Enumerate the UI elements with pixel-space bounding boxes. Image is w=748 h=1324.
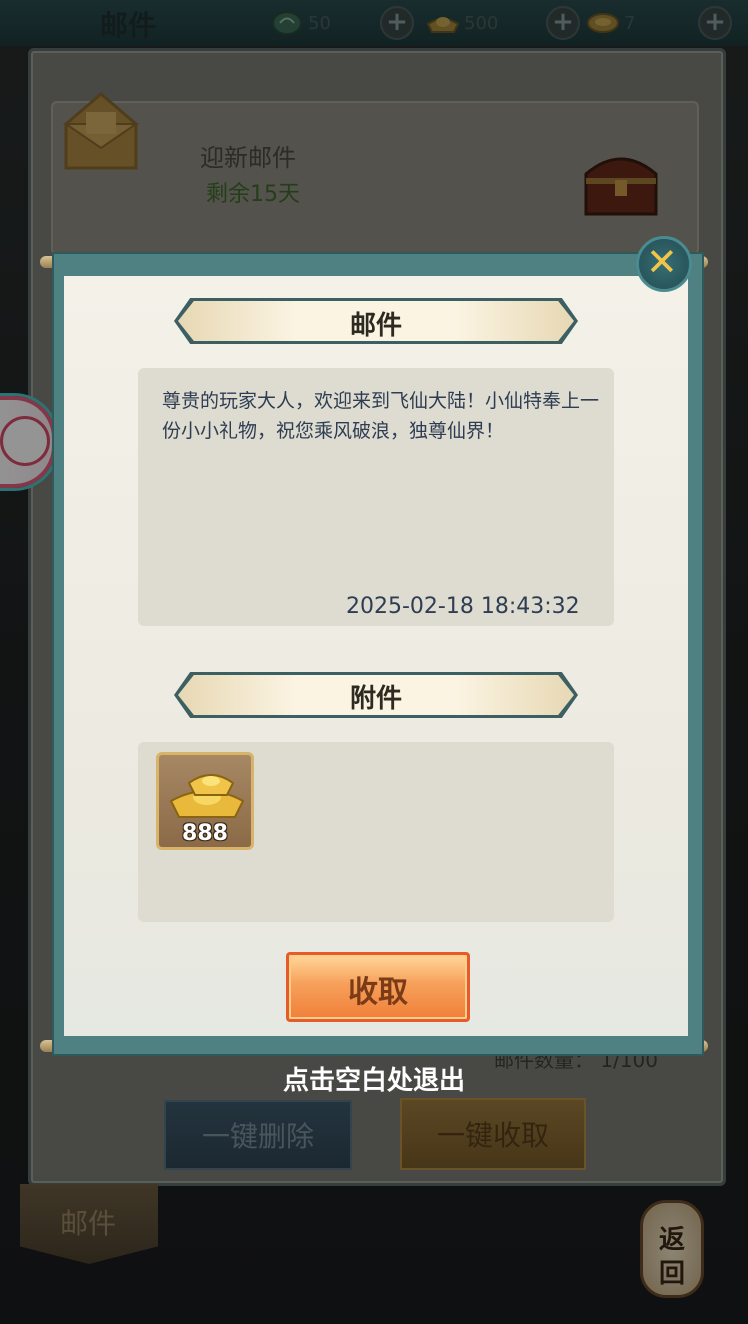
attachments-title: 附件 bbox=[349, 684, 402, 714]
gold-ingot-icon bbox=[169, 774, 245, 818]
exit-hint: 点击空白处退出 bbox=[282, 1066, 465, 1096]
close-button[interactable]: ✕ bbox=[636, 236, 692, 292]
attachment-count: 888 bbox=[182, 821, 228, 846]
close-icon: ✕ bbox=[646, 240, 678, 284]
message-text: 尊贵的玩家大人，欢迎来到飞仙大陆！小仙特奉上一份小小礼物，祝您乘风破浪，独尊仙界… bbox=[162, 390, 600, 442]
dialog-title: 邮件 bbox=[349, 311, 402, 341]
claim-button[interactable]: 收取 bbox=[286, 952, 470, 1022]
attachment-item[interactable]: 888 bbox=[156, 752, 254, 850]
message-date: 2025-02-18 18:43:32 bbox=[346, 594, 580, 619]
claim-button-label: 收取 bbox=[348, 975, 408, 1010]
